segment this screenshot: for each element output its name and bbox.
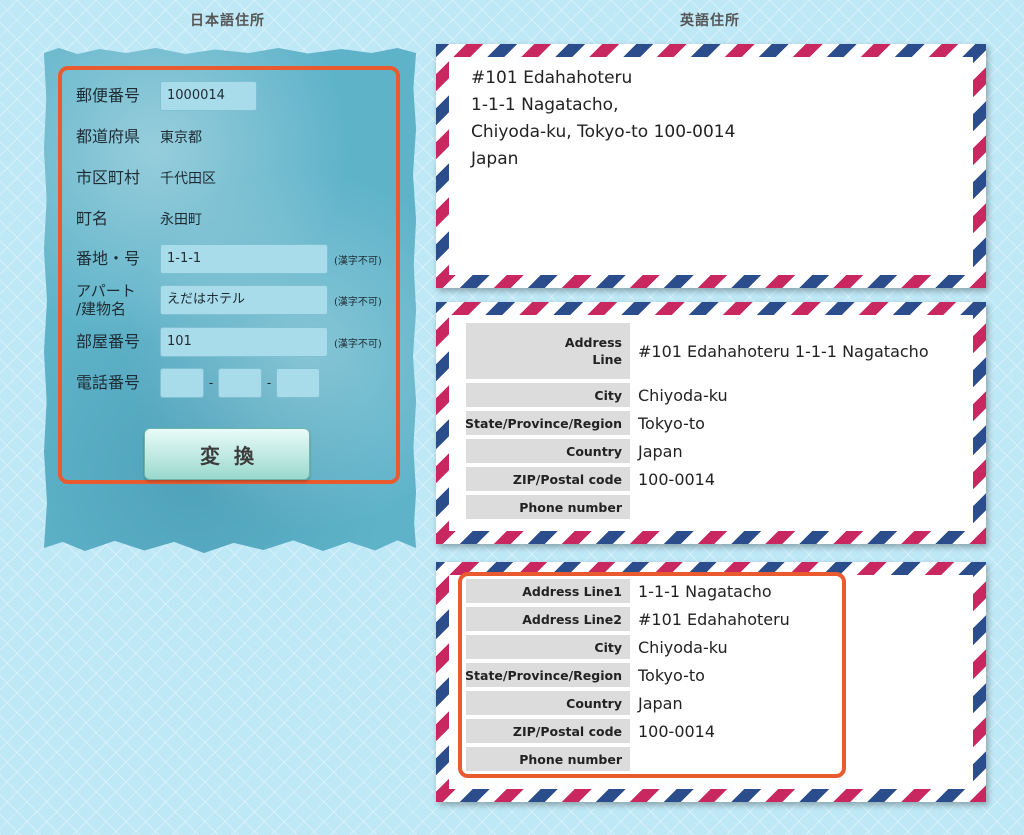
table-row: Address Line2 #101 Edahahoteru bbox=[466, 607, 790, 631]
city-label: 市区町村 bbox=[76, 168, 141, 187]
room-label: 部屋番号 bbox=[76, 332, 141, 351]
prefecture-row: 都道府県 東京都 bbox=[76, 120, 202, 154]
room-row: 部屋番号 101 (漢字不可) bbox=[76, 325, 382, 359]
japanese-address-heading: 日本語住所 bbox=[190, 13, 265, 29]
phone-input-2[interactable] bbox=[218, 368, 262, 398]
envelope-inner: #101 Edahahoteru 1-1-1 Nagatacho, Chiyod… bbox=[449, 57, 973, 275]
block-input[interactable]: 1-1-1 bbox=[160, 244, 328, 274]
row-value: Chiyoda-ku bbox=[638, 637, 728, 657]
city-value: 千代田区 bbox=[160, 171, 216, 187]
table-row: Phone number bbox=[466, 495, 929, 519]
phone-row: 電話番号 - - bbox=[76, 366, 320, 400]
table-row: Address Line1 1-1-1 Nagatacho bbox=[466, 579, 790, 603]
row-label: Address Line2 bbox=[466, 607, 630, 631]
postal-label: 郵便番号 bbox=[76, 86, 141, 105]
phone-input-1[interactable] bbox=[160, 368, 204, 398]
row-label: Country bbox=[466, 691, 630, 715]
row-label-line1: Address bbox=[564, 335, 622, 350]
row-label: Address Line bbox=[466, 323, 630, 379]
row-label: Phone number bbox=[466, 747, 630, 771]
block-label: 番地・号 bbox=[76, 249, 141, 268]
table-row: State/Province/Region Tokyo-to bbox=[465, 411, 929, 435]
row-label: State/Province/Region bbox=[465, 663, 630, 687]
building-input[interactable]: えだはホテル bbox=[160, 285, 328, 315]
block-note: (漢字不可) bbox=[334, 255, 382, 267]
table-row: Phone number bbox=[466, 747, 790, 771]
phone-separator-1: - bbox=[208, 376, 214, 390]
envelope-address-block: #101 Edahahoteru 1-1-1 Nagatacho, Chiyod… bbox=[436, 44, 986, 288]
envelope-two-line-form: Address Line1 1-1-1 Nagatacho Address Li… bbox=[436, 562, 986, 802]
room-note: (漢字不可) bbox=[334, 338, 382, 350]
table-row: City Chiyoda-ku bbox=[466, 635, 790, 659]
row-label: ZIP/Postal code bbox=[466, 467, 630, 491]
town-row: 町名 永田町 bbox=[76, 202, 202, 236]
table-row: ZIP/Postal code 100-0014 bbox=[466, 719, 790, 743]
phone-separator-2: - bbox=[266, 376, 272, 390]
building-label: アパート /建物名 bbox=[76, 282, 160, 318]
envelope-single-line-form: Address Line #101 Edahahoteru 1-1-1 Naga… bbox=[436, 302, 986, 544]
address-table: Address Line1 1-1-1 Nagatacho Address Li… bbox=[465, 579, 790, 775]
city-row: 市区町村 千代田区 bbox=[76, 161, 216, 195]
building-label-line2: /建物名 bbox=[76, 300, 127, 318]
phone-input-3[interactable] bbox=[276, 368, 320, 398]
prefecture-label: 都道府県 bbox=[76, 127, 141, 146]
address-line: Japan bbox=[471, 149, 519, 169]
row-value: Japan bbox=[638, 693, 683, 713]
row-label: State/Province/Region bbox=[465, 411, 630, 435]
row-label: Address Line1 bbox=[466, 579, 630, 603]
english-address-heading: 英語住所 bbox=[680, 13, 740, 29]
building-note: (漢字不可) bbox=[334, 296, 382, 308]
row-label: ZIP/Postal code bbox=[466, 719, 630, 743]
row-value: #101 Edahahoteru 1-1-1 Nagatacho bbox=[638, 341, 929, 361]
address-line: #101 Edahahoteru bbox=[471, 68, 633, 88]
postal-row: 郵便番号 1000014 bbox=[76, 79, 257, 113]
address-line: Chiyoda-ku, Tokyo-to 100-0014 bbox=[471, 122, 736, 142]
row-label: City bbox=[466, 383, 630, 407]
row-label-line2: Line bbox=[592, 352, 622, 367]
row-value: Tokyo-to bbox=[638, 665, 705, 685]
envelope-inner: Address Line1 1-1-1 Nagatacho Address Li… bbox=[449, 575, 973, 789]
row-value: 100-0014 bbox=[638, 721, 716, 741]
building-label-line1: アパート bbox=[76, 282, 136, 300]
row-value: #101 Edahahoteru bbox=[638, 609, 790, 629]
table-row: City Chiyoda-ku bbox=[466, 383, 929, 407]
row-value: 1-1-1 Nagatacho bbox=[638, 581, 772, 601]
prefecture-value: 東京都 bbox=[160, 130, 202, 146]
row-value bbox=[630, 495, 638, 519]
row-label: City bbox=[466, 635, 630, 659]
row-value bbox=[630, 747, 638, 771]
row-label: Phone number bbox=[466, 495, 630, 519]
row-value: Japan bbox=[638, 441, 683, 461]
convert-button[interactable]: 変換 bbox=[144, 428, 310, 480]
table-row: Country Japan bbox=[466, 691, 790, 715]
row-value: Tokyo-to bbox=[638, 413, 705, 433]
row-value: 100-0014 bbox=[638, 469, 716, 489]
row-value: Chiyoda-ku bbox=[638, 385, 728, 405]
table-row: Address Line #101 Edahahoteru 1-1-1 Naga… bbox=[466, 323, 929, 379]
postal-input[interactable]: 1000014 bbox=[160, 81, 257, 111]
building-row: アパート /建物名 えだはホテル (漢字不可) bbox=[76, 282, 382, 318]
table-row: ZIP/Postal code 100-0014 bbox=[466, 467, 929, 491]
address-line: 1-1-1 Nagatacho, bbox=[471, 95, 619, 115]
room-input[interactable]: 101 bbox=[160, 327, 328, 357]
block-row: 番地・号 1-1-1 (漢字不可) bbox=[76, 242, 382, 276]
envelope-inner: Address Line #101 Edahahoteru 1-1-1 Naga… bbox=[449, 315, 973, 531]
table-row: Country Japan bbox=[466, 439, 929, 463]
phone-label: 電話番号 bbox=[76, 373, 141, 392]
table-row: State/Province/Region Tokyo-to bbox=[465, 663, 790, 687]
town-value: 永田町 bbox=[160, 212, 202, 228]
address-table: Address Line #101 Edahahoteru 1-1-1 Naga… bbox=[465, 323, 929, 523]
town-label: 町名 bbox=[76, 209, 109, 228]
english-address-text: #101 Edahahoteru 1-1-1 Nagatacho, Chiyod… bbox=[471, 65, 735, 173]
row-label: Country bbox=[466, 439, 630, 463]
